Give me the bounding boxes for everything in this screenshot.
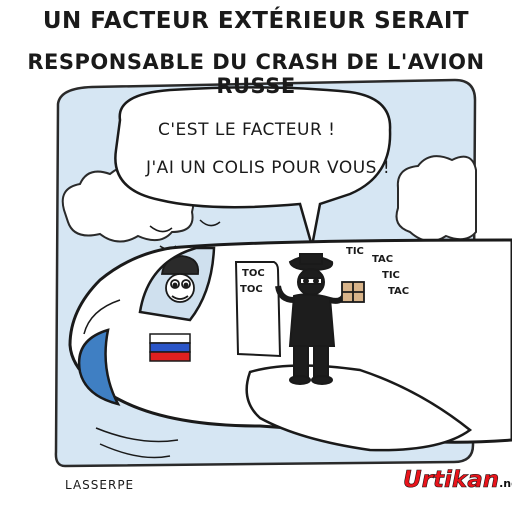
- russian-flag: [149, 333, 191, 362]
- brand-logo[interactable]: Urtikan.net: [403, 467, 512, 494]
- artist-signature: LASSERPE: [65, 478, 135, 492]
- sfx-knock-2: TOC: [240, 284, 263, 295]
- sfx-tick-1: TIC: [346, 246, 364, 257]
- brand-suffix: .net: [499, 477, 512, 490]
- cartoon-canvas: UN FACTEUR EXTÉRIEUR SERAIT RESPONSABLE …: [0, 0, 512, 512]
- package: [341, 281, 365, 303]
- headline-line-2: RESPONSABLE DU CRASH DE L'AVION RUSSE: [27, 50, 485, 98]
- speech-line-1: C'EST LE FACTEUR !: [158, 120, 336, 140]
- sfx-tack-2: TAC: [388, 286, 410, 297]
- sfx-tack-1: TAC: [372, 254, 394, 265]
- headline-line-1: UN FACTEUR EXTÉRIEUR SERAIT: [42, 8, 470, 34]
- speech-line-2: J'AI UN COLIS POUR VOUS !: [146, 158, 391, 178]
- brand-name: Urtikan: [403, 467, 500, 494]
- cloud-right: [395, 155, 477, 243]
- sfx-knock-1: TOC: [242, 268, 265, 279]
- sfx-tick-2: TIC: [382, 270, 400, 281]
